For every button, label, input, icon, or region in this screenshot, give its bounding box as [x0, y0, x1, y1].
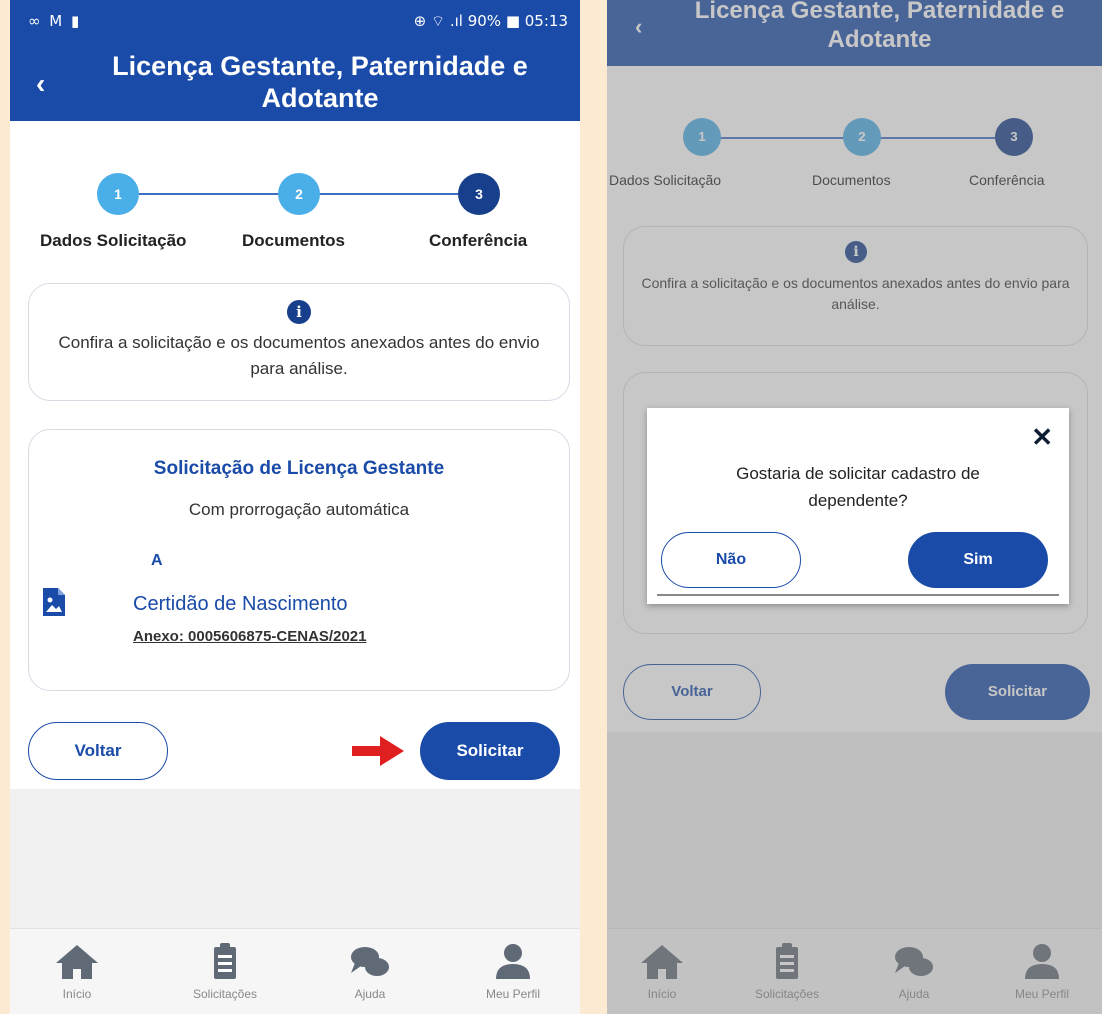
- bottom-navigation: Início Solicitações Ajuda Meu Perfil: [10, 928, 580, 1014]
- step-3-circle: 3: [458, 173, 500, 215]
- request-title: Solicitação de Licença Gestante: [153, 458, 445, 479]
- right-phone-screen: ‹ Licença Gestante, Paternidade e Adotan…: [607, 0, 1102, 1014]
- document-group-letter: A: [151, 552, 163, 569]
- document-name: Certidão de Nascimento: [133, 593, 348, 615]
- step-1-circle: 1: [97, 173, 139, 215]
- nav-requests[interactable]: Solicitações: [170, 939, 280, 1001]
- main-content: 1 2 3 Dados Solicitação Documentos Confe…: [10, 121, 580, 789]
- chat-icon: [351, 947, 389, 976]
- clipboard-icon: [214, 943, 236, 979]
- nav-label: Meu Perfil: [485, 987, 541, 1001]
- home-icon: [56, 945, 98, 979]
- app-header: ‹ Licença Gestante, Paternidade e Adotan…: [10, 42, 580, 121]
- nav-home[interactable]: Início: [22, 939, 132, 1001]
- step-2-label: Documentos: [242, 231, 345, 250]
- nav-help[interactable]: Ajuda: [315, 939, 425, 1001]
- step-2-circle: 2: [278, 173, 320, 215]
- back-button[interactable]: Voltar: [28, 722, 168, 780]
- dependent-dialog: ✕ Gostaria de solicitar cadastro de depe…: [647, 408, 1069, 604]
- dialog-divider: [657, 594, 1059, 596]
- submit-button[interactable]: Solicitar: [420, 722, 560, 780]
- step-1-label: Dados Solicitação: [40, 231, 187, 250]
- request-card: Solicitação de Licença Gestante Com pror…: [28, 429, 570, 691]
- step-3-label: Conferência: [429, 231, 528, 250]
- user-icon: [496, 944, 530, 979]
- yes-button[interactable]: Sim: [908, 532, 1048, 588]
- page-title: Licença Gestante, Paternidade e Adotante: [112, 51, 528, 114]
- nav-label: Solicitações: [192, 987, 258, 1001]
- nav-label: Início: [62, 987, 92, 1001]
- info-card: i Confira a solicitação e os documentos …: [28, 283, 570, 401]
- request-subtitle: Com prorrogação automática: [188, 500, 410, 519]
- status-bar: ∞ M ▮ ⊕ ⌔ .ıl 90% ■ 05:13: [10, 0, 580, 42]
- close-icon[interactable]: ✕: [1031, 422, 1053, 453]
- status-right-info: ⊕ ⌔ .ıl 90% ■ 05:13: [413, 12, 568, 30]
- no-button[interactable]: Não: [661, 532, 801, 588]
- attachment-link[interactable]: Anexo: 0005606875-CENAS/2021: [133, 628, 366, 645]
- red-arrow-icon: [352, 736, 404, 766]
- dialog-question: Gostaria de solicitar cadastro de depend…: [736, 464, 980, 511]
- info-text: Confira a solicitação e os documentos an…: [58, 333, 540, 378]
- left-phone-screen: ∞ M ▮ ⊕ ⌔ .ıl 90% ■ 05:13 ‹ Licença Gest…: [10, 0, 580, 1014]
- nav-profile[interactable]: Meu Perfil: [458, 939, 568, 1001]
- nav-label: Ajuda: [354, 987, 386, 1001]
- status-left-icons: ∞ M ▮: [28, 12, 82, 30]
- back-arrow-icon[interactable]: ‹: [36, 68, 45, 100]
- info-icon: i: [287, 300, 311, 324]
- image-file-icon: [43, 588, 65, 616]
